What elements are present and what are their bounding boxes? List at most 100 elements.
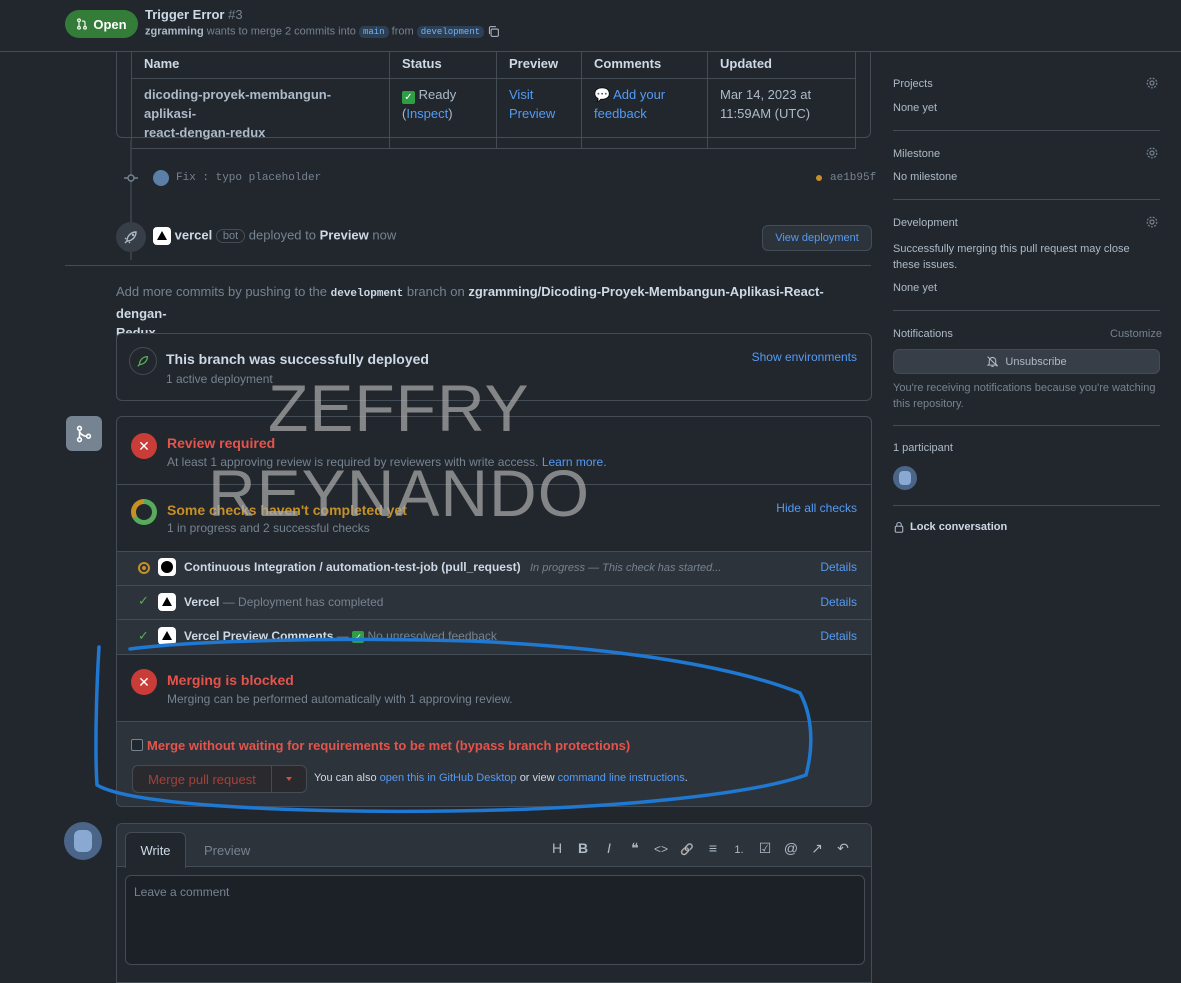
development-value: None yet	[893, 282, 938, 294]
code-icon[interactable]: <>	[648, 842, 674, 856]
author-avatar[interactable]	[153, 170, 169, 186]
bypass-checkbox[interactable]	[131, 739, 143, 751]
deployment-name: dicoding-proyek-membangun-aplikasi-react…	[131, 78, 390, 149]
check-details-link[interactable]: Details	[820, 595, 857, 609]
task-list-icon[interactable]: ☑	[752, 840, 778, 857]
check-desc: —	[336, 629, 353, 643]
copy-icon[interactable]	[487, 25, 500, 38]
bot-badge: bot	[215, 229, 246, 244]
divider	[893, 130, 1160, 131]
rocket-success-icon	[129, 347, 157, 375]
bell-slash-icon	[987, 356, 999, 367]
visit-preview-link[interactable]: Visit Preview	[509, 87, 555, 121]
comment-placeholder: Leave a comment	[134, 885, 230, 899]
unsubscribe-button[interactable]: Unsubscribe	[893, 349, 1160, 374]
divider	[893, 425, 1160, 426]
head-branch[interactable]: development	[416, 26, 485, 39]
commit-status-dot[interactable]	[816, 175, 822, 181]
blocked-title: Merging is blocked	[167, 672, 294, 688]
lock-label: Lock conversation	[910, 521, 1008, 533]
link-icon[interactable]: 🔗	[674, 843, 700, 856]
divider	[893, 505, 1160, 506]
col-updated-header: Updated	[707, 48, 856, 79]
divider	[117, 619, 871, 620]
deploy-actor[interactable]: vercel	[175, 227, 213, 242]
merge-box: ✕ Review required At least 1 approving r…	[116, 416, 872, 807]
gear-icon[interactable]	[1145, 215, 1159, 229]
tab-write[interactable]: Write	[125, 832, 186, 868]
merge-pull-request-button[interactable]: Merge pull request	[132, 765, 272, 793]
check-name: Vercel Preview Comments	[184, 629, 334, 643]
learn-more-link[interactable]: Learn more.	[542, 455, 607, 469]
current-user-avatar[interactable]	[64, 822, 102, 860]
github-desktop-link[interactable]: open this in GitHub Desktop	[380, 772, 517, 784]
show-environments-link[interactable]: Show environments	[752, 350, 857, 364]
quote-icon[interactable]: ❝	[622, 840, 648, 857]
reply-icon[interactable]: ↶	[830, 840, 856, 857]
checks-progress-icon	[131, 499, 157, 525]
rocket-icon	[116, 222, 146, 252]
customize-link[interactable]: Customize	[1110, 328, 1162, 340]
heading-icon[interactable]: H	[544, 840, 570, 856]
commit-sha[interactable]: ae1b95f	[830, 172, 876, 184]
vercel-logo-icon	[153, 227, 171, 245]
review-title: Review required	[167, 435, 276, 451]
preview-cell: Visit Preview	[496, 78, 582, 149]
unsubscribe-label: Unsubscribe	[1005, 355, 1067, 368]
divider	[893, 310, 1160, 311]
caret-down-icon	[286, 777, 292, 781]
bold-icon[interactable]: B	[570, 840, 596, 856]
pr-author[interactable]: zgramming	[145, 25, 204, 37]
bypass-label[interactable]: Merge without waiting for requirements t…	[147, 738, 630, 753]
gear-icon[interactable]	[1145, 146, 1159, 160]
mention-icon[interactable]: @	[778, 840, 804, 856]
participant-avatar[interactable]	[893, 466, 917, 490]
pr-status-badge: Open	[65, 10, 138, 38]
deploy-time: now	[372, 227, 397, 243]
unordered-list-icon[interactable]: ≡	[700, 840, 726, 856]
inspect-link[interactable]: Inspect	[406, 106, 448, 121]
hide-checks-link[interactable]: Hide all checks	[776, 501, 857, 515]
comment-textarea[interactable]: Leave a comment	[125, 875, 865, 965]
participants-label: 1 participant	[893, 442, 953, 454]
check-success-icon: ✓	[138, 628, 149, 643]
cross-reference-icon[interactable]: ↗	[804, 840, 830, 857]
pr-status-label: Open	[93, 16, 127, 32]
pr-title-line: Trigger Error #3	[145, 7, 243, 22]
view-deployment-button[interactable]: View deployment	[762, 225, 872, 251]
pr-title: Trigger Error	[145, 7, 225, 22]
col-status-header: Status	[389, 48, 497, 79]
check-name: Vercel	[184, 595, 220, 609]
lock-icon	[894, 521, 904, 533]
projects-label[interactable]: Projects	[893, 78, 933, 90]
deployed-subtitle: 1 active deployment	[166, 372, 273, 386]
checks-title: Some checks haven't completed yet	[167, 502, 407, 518]
tab-preview[interactable]: Preview	[204, 843, 250, 858]
deployed-box: This branch was successfully deployed 1 …	[116, 333, 872, 401]
merge-dropdown-button[interactable]	[271, 765, 307, 793]
check-box-icon: ✓	[402, 91, 415, 104]
commit-icon	[124, 174, 138, 182]
development-label[interactable]: Development	[893, 217, 958, 229]
milestone-label[interactable]: Milestone	[893, 148, 940, 160]
cli-instructions-link[interactable]: command line instructions	[558, 772, 685, 784]
pr-summary: zgramming wants to merge 2 commits into …	[145, 25, 500, 39]
check-details-link[interactable]: Details	[820, 560, 857, 574]
development-text: Successfully merging this pull request m…	[893, 243, 1130, 271]
milestone-value: No milestone	[893, 171, 958, 183]
lock-conversation-link[interactable]: Lock conversation	[893, 521, 1007, 533]
col-preview-header: Preview	[496, 48, 582, 79]
ordered-list-icon[interactable]: 1.	[726, 844, 752, 856]
check-success-icon: ✓	[138, 593, 149, 608]
check-details-link[interactable]: Details	[820, 629, 857, 643]
merge-actions	[117, 721, 871, 806]
italic-icon[interactable]: I	[596, 840, 622, 856]
divider	[117, 585, 871, 586]
blocked-error-icon: ✕	[131, 669, 157, 695]
deployment-status: ✓ Ready (Inspect)	[389, 78, 497, 149]
deployment-table: Name Status Preview Comments Updated dic…	[131, 48, 856, 149]
base-branch[interactable]: main	[358, 26, 389, 39]
gear-icon[interactable]	[1145, 76, 1159, 90]
commit-message[interactable]: Fix : typo placeholder	[176, 172, 321, 184]
col-name-header: Name	[131, 48, 390, 79]
